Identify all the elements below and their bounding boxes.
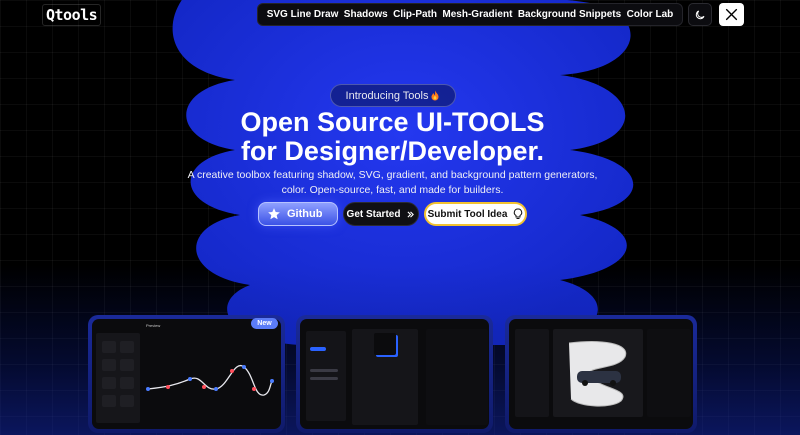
top-nav: SVG Line Draw Shadows Clip-Path Mesh-Gra… bbox=[257, 3, 683, 26]
preview-card-background-snippets[interactable] bbox=[505, 315, 697, 433]
page: Qtools SVG Line Draw Shadows Clip-Path M… bbox=[0, 0, 800, 435]
nav-item-clip-path[interactable]: Clip-Path bbox=[393, 9, 437, 20]
submit-tool-idea-label: Submit Tool Idea bbox=[427, 208, 508, 220]
preview-screen-1: Preview bbox=[92, 319, 281, 429]
hero-title-line2: for Designer/Developer. bbox=[240, 136, 545, 166]
preview-card-svg-line-draw[interactable]: Preview bbox=[88, 315, 285, 433]
qtools-logo[interactable]: Qtools bbox=[42, 4, 102, 26]
theme-toggle-button[interactable] bbox=[688, 3, 712, 26]
nav-item-background-snippets[interactable]: Background Snippets bbox=[518, 9, 621, 20]
double-chevron-right-icon bbox=[407, 210, 415, 218]
github-button[interactable]: Github bbox=[258, 202, 338, 226]
intro-badge: Introducing Tools bbox=[330, 84, 456, 107]
star-icon bbox=[268, 208, 280, 220]
preview-tool-grid bbox=[515, 329, 549, 417]
x-logo-icon bbox=[725, 8, 738, 21]
nav-item-svg-line-draw[interactable]: SVG Line Draw bbox=[267, 9, 339, 20]
nav-item-mesh-gradient[interactable]: Mesh-Gradient bbox=[442, 9, 512, 20]
nav-item-shadows[interactable]: Shadows bbox=[344, 9, 388, 20]
preview-card-shadows[interactable] bbox=[296, 315, 493, 433]
fire-icon bbox=[431, 90, 439, 101]
preview-screen-2 bbox=[300, 319, 489, 429]
nav-item-color-lab[interactable]: Color Lab bbox=[627, 9, 674, 20]
new-badge: New bbox=[251, 318, 278, 329]
intro-badge-text: Introducing Tools bbox=[345, 89, 429, 102]
preview-curve bbox=[146, 364, 274, 396]
get-started-label: Get Started bbox=[346, 208, 401, 220]
hero-title: Open Source UI-TOOLS for Designer/Develo… bbox=[150, 108, 635, 166]
hero-title-line1: Open Source UI-TOOLS bbox=[240, 107, 545, 137]
preview-car-image bbox=[568, 341, 627, 407]
preview-presets bbox=[426, 329, 488, 425]
submit-tool-idea-button[interactable]: Submit Tool Idea bbox=[424, 202, 527, 226]
preview-controls bbox=[306, 331, 346, 421]
github-button-label: Github bbox=[287, 208, 323, 220]
preview-screen-3 bbox=[509, 319, 693, 429]
hero-subtitle: A creative toolbox featuring shadow, SVG… bbox=[187, 169, 598, 196]
preview-code-panel bbox=[647, 329, 691, 417]
logo-text: Qtools bbox=[46, 6, 98, 24]
lightbulb-icon bbox=[514, 208, 523, 219]
preview-title: Preview bbox=[146, 323, 161, 328]
get-started-button[interactable]: Get Started bbox=[343, 202, 419, 226]
moon-icon bbox=[695, 10, 705, 19]
x-social-button[interactable] bbox=[719, 3, 744, 26]
